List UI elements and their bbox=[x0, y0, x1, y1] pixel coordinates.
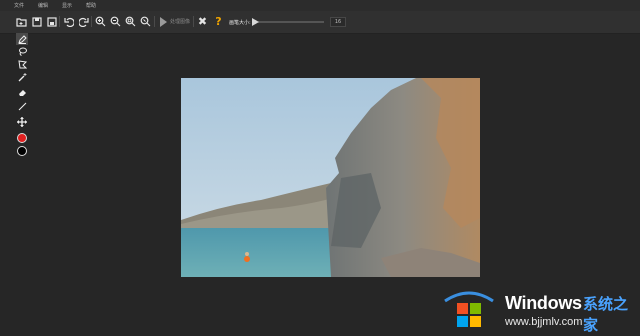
menu-bar: 文件 编辑 显示 帮助 bbox=[0, 0, 640, 11]
background-color-swatch[interactable] bbox=[16, 145, 28, 157]
redo-icon[interactable] bbox=[77, 15, 90, 28]
zoom-in-icon[interactable] bbox=[94, 15, 107, 28]
lasso-tool-icon[interactable] bbox=[16, 45, 28, 57]
undo-icon[interactable] bbox=[62, 15, 75, 28]
zoom-out-icon[interactable] bbox=[109, 15, 122, 28]
marker-tool-icon[interactable] bbox=[16, 33, 28, 45]
toolbar: 处理图像 ✖ ? 画笔大小: 16 bbox=[0, 11, 640, 34]
watermark-cn: 系统之家 bbox=[583, 295, 629, 334]
process-label: 处理图像 bbox=[170, 19, 191, 25]
menu-file[interactable]: 文件 bbox=[14, 2, 24, 9]
brush-size-input[interactable]: 16 bbox=[330, 17, 346, 27]
red-circle-icon bbox=[17, 133, 27, 143]
magic-wand-tool-icon[interactable] bbox=[16, 71, 28, 83]
menu-help[interactable]: 帮助 bbox=[86, 2, 96, 9]
tool-sidebar bbox=[0, 33, 31, 336]
eraser-tool-icon[interactable] bbox=[16, 86, 28, 98]
zoom-fit-icon[interactable] bbox=[124, 15, 137, 28]
brush-size-slider[interactable] bbox=[252, 18, 324, 26]
windows-logo-icon bbox=[443, 287, 495, 331]
save-icon[interactable] bbox=[30, 15, 43, 28]
clear-icon[interactable]: ✖ bbox=[196, 15, 209, 28]
foreground-color-swatch[interactable] bbox=[16, 132, 28, 144]
zoom-reset-icon[interactable] bbox=[139, 15, 152, 28]
help-icon[interactable]: ? bbox=[212, 15, 225, 28]
slider-track bbox=[258, 21, 324, 23]
black-circle-icon bbox=[17, 146, 27, 156]
polygon-lasso-tool-icon[interactable] bbox=[16, 58, 28, 70]
watermark-brand: Windows bbox=[505, 293, 582, 313]
watermark-url: www.bjjmlv.com bbox=[505, 316, 583, 328]
menu-edit[interactable]: 编辑 bbox=[38, 2, 48, 9]
menu-view[interactable]: 显示 bbox=[62, 2, 72, 9]
process-button[interactable]: 处理图像 bbox=[160, 15, 190, 28]
line-tool-icon[interactable] bbox=[16, 100, 28, 112]
open-icon[interactable] bbox=[15, 15, 28, 28]
brush-size-label: 画笔大小: bbox=[229, 20, 251, 26]
move-tool-icon[interactable] bbox=[16, 116, 28, 128]
editing-photo[interactable] bbox=[181, 78, 480, 277]
save-as-icon[interactable] bbox=[45, 15, 58, 28]
slider-knob[interactable] bbox=[252, 18, 259, 26]
play-icon bbox=[160, 16, 167, 27]
